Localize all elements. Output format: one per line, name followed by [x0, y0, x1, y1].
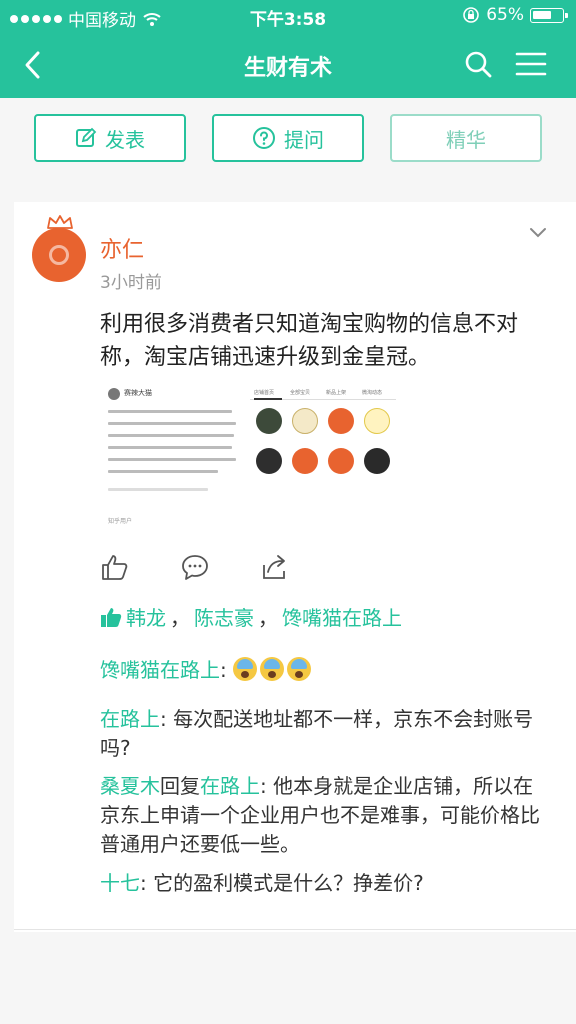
- image-tab: 微淘动态: [362, 390, 383, 396]
- thumbs-up-filled-icon: [101, 607, 122, 627]
- image-author-name: 赛辣大猫: [124, 389, 152, 397]
- author-avatar[interactable]: [32, 212, 88, 284]
- post-button-label: 发表: [105, 127, 145, 152]
- chevron-down-icon[interactable]: [528, 226, 548, 240]
- comment-colon: :: [260, 774, 274, 798]
- edit-icon: [76, 127, 97, 147]
- post-card: 亦仁 3小时前 利用很多消费者只知道淘宝购物的信息不对称，淘宝店铺迅速升级到金皇…: [14, 202, 576, 932]
- post-image[interactable]: 赛辣大猫 知乎用户 店铺首页 全部宝贝 新品上架 微淘动态: [100, 378, 400, 536]
- comment-colon: :: [160, 707, 174, 731]
- action-bar: 发表 提问 精华: [0, 98, 576, 202]
- image-tab: 全部宝贝: [290, 390, 311, 396]
- comment-user[interactable]: 馋嘴猫在路上: [100, 658, 220, 682]
- comment-user[interactable]: 桑夏木: [100, 774, 160, 798]
- card-divider: [14, 929, 576, 930]
- screaming-face-icon: [287, 657, 312, 681]
- image-brand: 知乎用户: [108, 518, 133, 525]
- comment-icon[interactable]: [180, 552, 210, 582]
- like-user[interactable]: 馋嘴猫在路上: [282, 602, 402, 631]
- question-circle-icon: [253, 127, 275, 149]
- featured-button[interactable]: 精华: [390, 114, 542, 162]
- status-bar: 中国移动 下午3:58 65%: [0, 0, 576, 32]
- comment-user[interactable]: 在路上: [100, 707, 160, 731]
- post-text: 利用很多消费者只知道淘宝购物的信息不对称，淘宝店铺迅速升级到金皇冠。: [100, 312, 519, 370]
- comment-item[interactable]: 在路上: 每次配送地址都不一样，京东不会封账号吗?: [100, 705, 550, 763]
- rotation-lock-icon: [463, 7, 480, 23]
- battery-icon: [530, 7, 568, 23]
- comment-colon: :: [140, 871, 154, 895]
- thumbs-up-icon[interactable]: [100, 552, 130, 582]
- screaming-face-icon: [233, 657, 258, 681]
- search-icon[interactable]: [462, 48, 494, 80]
- comment-item[interactable]: 馋嘴猫在路上:: [100, 656, 550, 685]
- featured-button-label: 精华: [446, 127, 486, 152]
- comment-colon: :: [220, 658, 234, 682]
- share-icon[interactable]: [260, 552, 290, 582]
- comment-item[interactable]: 桑夏木回复在路上: 他本身就是企业店铺，所以在京东上申请一个企业用户也不是难事，…: [100, 772, 550, 859]
- post-time: 3小时前: [100, 273, 162, 293]
- reply-word: 回复: [160, 774, 200, 798]
- like-separator: ，: [258, 606, 278, 630]
- like-separator: ，: [170, 606, 190, 630]
- ask-button[interactable]: 提问: [212, 114, 364, 162]
- post-action-row: [100, 552, 300, 584]
- like-user[interactable]: 陈志豪: [194, 602, 254, 631]
- app-header: 中国移动 下午3:58 65% 生财有术: [0, 0, 576, 98]
- likes-row: 韩龙， 陈志豪， 馋嘴猫在路上: [100, 602, 402, 631]
- comment-user[interactable]: 十七: [100, 871, 140, 895]
- battery-percent: 65%: [486, 5, 524, 25]
- ask-button-label: 提问: [284, 127, 324, 152]
- post-button[interactable]: 发表: [34, 114, 186, 162]
- image-tab: 新品上架: [326, 390, 347, 396]
- image-tab: 店铺首页: [254, 390, 275, 396]
- comment-item[interactable]: 十七: 它的盈利模式是什么？挣差价?: [100, 869, 550, 898]
- like-user[interactable]: 韩龙: [126, 602, 166, 631]
- author-name[interactable]: 亦仁: [100, 232, 144, 264]
- comment-text: 它的盈利模式是什么？挣差价?: [153, 871, 424, 895]
- reply-target-user[interactable]: 在路上: [200, 774, 260, 798]
- nav-bar: 生财有术: [0, 32, 576, 98]
- screaming-face-icon: [260, 657, 285, 681]
- hamburger-menu-icon[interactable]: [514, 48, 548, 80]
